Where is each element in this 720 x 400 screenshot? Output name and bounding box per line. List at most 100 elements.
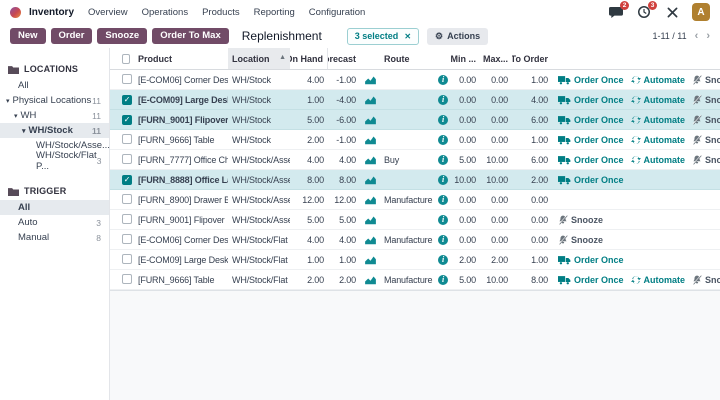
product-cell[interactable]: [E-COM06] Corner Desk ... <box>134 75 228 85</box>
forecast-chart-icon[interactable] <box>364 155 377 165</box>
header-location[interactable]: Location ▲ <box>228 48 290 69</box>
max-cell[interactable]: 0.00 <box>480 75 512 85</box>
route-cell[interactable]: Manufacture <box>380 195 436 205</box>
row-checkbox[interactable] <box>122 274 132 284</box>
new-button[interactable]: New <box>10 28 46 44</box>
forecast-chart-icon[interactable] <box>364 255 377 265</box>
order-once-row-button[interactable]: Order Once <box>558 115 624 125</box>
forecast-chart-icon[interactable] <box>364 95 377 105</box>
forecast-cell[interactable]: 4.00 <box>328 235 360 245</box>
max-cell[interactable]: 10.00 <box>480 175 512 185</box>
route-cell[interactable]: Manufacture <box>380 235 436 245</box>
snooze-row-button[interactable]: Snooze <box>692 95 720 105</box>
max-cell[interactable]: 0.00 <box>480 195 512 205</box>
product-cell[interactable]: [E-COM09] Large Desk <box>134 255 228 265</box>
row-checkbox[interactable] <box>122 74 132 84</box>
to-order-cell[interactable]: 6.00 <box>512 115 552 125</box>
info-icon[interactable]: i <box>438 215 448 225</box>
info-icon[interactable]: i <box>438 135 448 145</box>
on-hand-cell[interactable]: 12.00 <box>290 195 328 205</box>
header-product[interactable]: Product <box>134 48 228 69</box>
forecast-cell[interactable]: 2.00 <box>328 275 360 285</box>
forecast-chart-icon[interactable] <box>364 275 377 285</box>
order-once-row-button[interactable]: Order Once <box>558 95 624 105</box>
sidebar-item-physical-locations[interactable]: ▾Physical Locations11 <box>0 93 109 108</box>
min-cell[interactable]: 5.00 <box>450 275 480 285</box>
location-cell[interactable]: WH/Stock/Asse... <box>228 155 290 165</box>
on-hand-cell[interactable]: 4.00 <box>290 155 328 165</box>
forecast-chart-icon[interactable] <box>364 115 377 125</box>
min-cell[interactable]: 0.00 <box>450 135 480 145</box>
snooze-row-button[interactable]: Snooze <box>692 75 720 85</box>
to-order-cell[interactable]: 1.00 <box>512 75 552 85</box>
on-hand-cell[interactable]: 1.00 <box>290 95 328 105</box>
forecast-cell[interactable]: 1.00 <box>328 255 360 265</box>
sidebar-item-all[interactable]: All <box>0 78 109 93</box>
on-hand-cell[interactable]: 5.00 <box>290 115 328 125</box>
on-hand-cell[interactable]: 8.00 <box>290 175 328 185</box>
row-checkbox[interactable] <box>122 154 132 164</box>
info-icon[interactable]: i <box>438 255 448 265</box>
top-menu-reporting[interactable]: Reporting <box>254 7 295 18</box>
order-to-max-button[interactable]: Order To Max <box>152 28 229 44</box>
order-once-row-button[interactable]: Order Once <box>558 155 624 165</box>
on-hand-cell[interactable]: 5.00 <box>290 215 328 225</box>
max-cell[interactable]: 0.00 <box>480 95 512 105</box>
header-route[interactable]: Route <box>380 48 436 69</box>
forecast-chart-icon[interactable] <box>364 215 377 225</box>
min-cell[interactable]: 10.00 <box>450 175 480 185</box>
row-checkbox[interactable] <box>122 254 132 264</box>
location-cell[interactable]: WH/Stock <box>228 115 290 125</box>
info-icon[interactable]: i <box>438 195 448 205</box>
product-cell[interactable]: [FURN_8888] Office Lamp <box>134 175 228 185</box>
forecast-cell[interactable]: 4.00 <box>328 155 360 165</box>
product-cell[interactable]: [FURN_7777] Office Chair <box>134 155 228 165</box>
location-cell[interactable]: WH/Stock/Asse... <box>228 215 290 225</box>
row-checkbox[interactable] <box>122 214 132 224</box>
top-menu-products[interactable]: Products <box>202 7 240 18</box>
product-cell[interactable]: [E-COM06] Corner Desk ... <box>134 235 228 245</box>
snooze-row-button[interactable]: Snooze <box>692 275 720 285</box>
row-checkbox[interactable] <box>122 234 132 244</box>
messages-icon[interactable]: 2 <box>608 4 624 20</box>
sidebar-trigger-manual[interactable]: Manual8 <box>0 230 109 245</box>
row-checkbox[interactable]: ✓ <box>122 95 132 105</box>
max-cell[interactable]: 2.00 <box>480 255 512 265</box>
min-cell[interactable]: 0.00 <box>450 95 480 105</box>
to-order-cell[interactable]: 4.00 <box>512 95 552 105</box>
user-avatar[interactable]: A <box>692 3 710 21</box>
min-cell[interactable]: 0.00 <box>450 195 480 205</box>
clear-selection-icon[interactable]: ✕ <box>404 32 411 41</box>
info-icon[interactable]: i <box>438 115 448 125</box>
info-icon[interactable]: i <box>438 155 448 165</box>
snooze-button[interactable]: Snooze <box>97 28 147 44</box>
max-cell[interactable]: 0.00 <box>480 235 512 245</box>
order-once-row-button[interactable]: Order Once <box>558 135 624 145</box>
activities-icon[interactable]: 3 <box>636 4 652 20</box>
route-cell[interactable]: Buy <box>380 155 436 165</box>
header-forecast[interactable]: Forecast <box>328 48 360 69</box>
product-cell[interactable]: [FURN_9001] Flipover <box>134 215 228 225</box>
to-order-cell[interactable]: 0.00 <box>512 235 552 245</box>
forecast-chart-icon[interactable] <box>364 195 377 205</box>
sidebar-item-wh-stock[interactable]: ▾WH/Stock11 <box>0 123 109 138</box>
location-cell[interactable]: WH/Stock/Asse... <box>228 175 290 185</box>
pager-next-icon[interactable]: › <box>706 31 710 42</box>
info-icon[interactable]: i <box>438 275 448 285</box>
header-to-order[interactable]: To Order <box>512 48 552 69</box>
min-cell[interactable]: 0.00 <box>450 75 480 85</box>
order-once-row-button[interactable]: Order Once <box>558 275 624 285</box>
forecast-cell[interactable]: 12.00 <box>328 195 360 205</box>
row-checkbox[interactable] <box>122 134 132 144</box>
product-cell[interactable]: [FURN_8900] Drawer Black <box>134 195 228 205</box>
location-cell[interactable]: WH/Stock <box>228 75 290 85</box>
tools-icon[interactable] <box>664 4 680 20</box>
product-cell[interactable]: [FURN_9001] Flipover <box>134 115 228 125</box>
top-menu-overview[interactable]: Overview <box>88 7 128 18</box>
order-button[interactable]: Order <box>51 28 93 44</box>
automate-row-button[interactable]: Automate <box>631 95 686 105</box>
sidebar-trigger-auto[interactable]: Auto3 <box>0 215 109 230</box>
sidebar-item-wh[interactable]: ▾WH11 <box>0 108 109 123</box>
min-cell[interactable]: 0.00 <box>450 115 480 125</box>
route-cell[interactable]: Manufacture <box>380 275 436 285</box>
